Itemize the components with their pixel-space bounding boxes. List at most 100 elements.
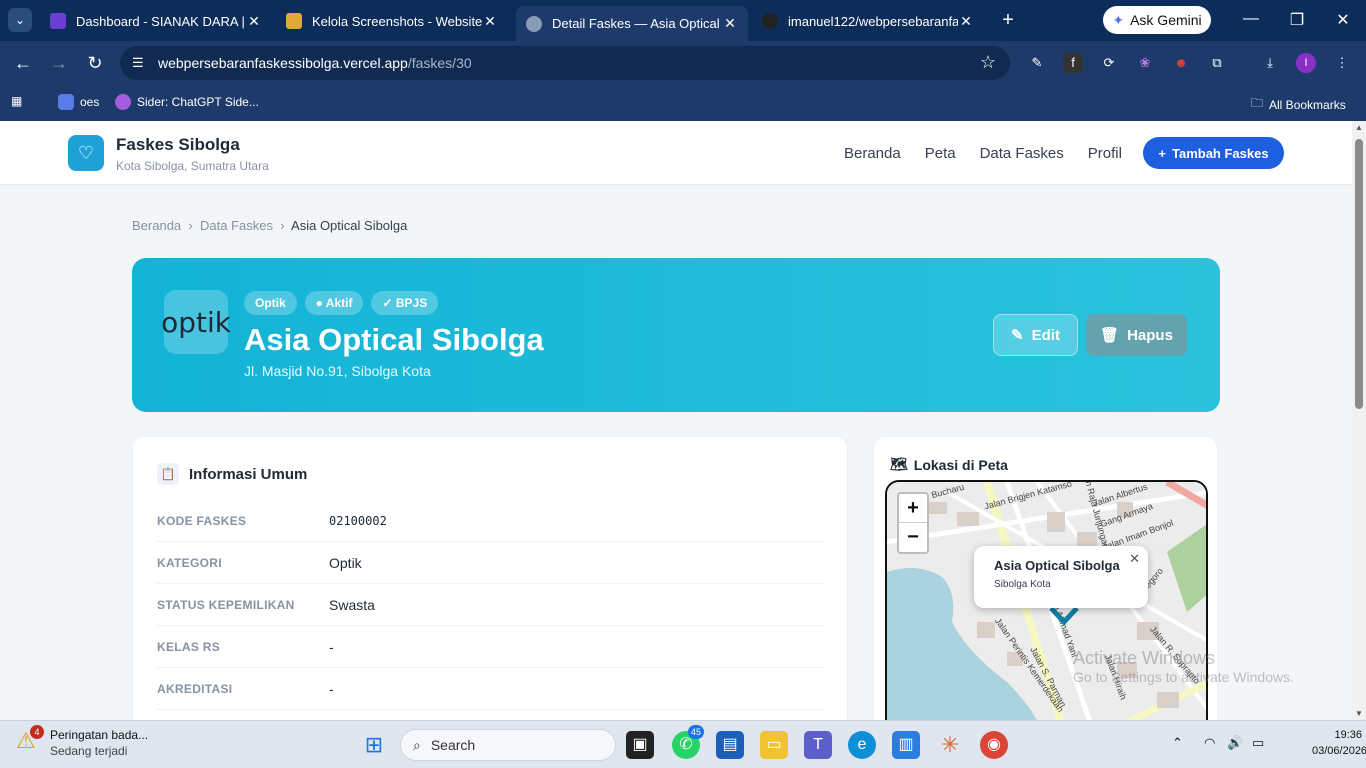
reload-icon[interactable]: ↻ <box>83 51 107 75</box>
bookmark-sider[interactable]: Sider: ChatGPT Side... <box>115 94 259 110</box>
battery-icon[interactable]: ▭ <box>1252 735 1264 751</box>
download-icon[interactable]: ⤓ <box>1260 53 1280 73</box>
browser-tab-bar: ⌄ Dashboard - SIANAK DARA | Po ✕ Kelola … <box>0 0 1366 41</box>
sider-extension-icon[interactable]: ❀ <box>1135 53 1155 73</box>
scroll-up-icon[interactable]: ▲ <box>1352 123 1366 132</box>
map-card-title: 🗺 Lokasi di Peta <box>890 456 1008 473</box>
heart-logo-icon[interactable]: ♡ <box>68 135 104 171</box>
claude-icon[interactable]: ✳ <box>936 731 964 759</box>
nav-profil[interactable]: Profil <box>1088 145 1122 162</box>
lokasi-title: Lokasi di Peta <box>913 456 1008 473</box>
restore-icon[interactable]: ❐ <box>1287 10 1307 30</box>
bookmark-star-icon[interactable]: ☆ <box>980 52 996 73</box>
close-tab-icon[interactable]: ✕ <box>246 13 262 30</box>
edge-icon[interactable]: e <box>848 731 876 759</box>
url-host: webpersebaranfaskessibolga.vercel.app <box>158 55 408 71</box>
zoom-in-button[interactable]: + <box>899 494 927 523</box>
file-explorer-icon[interactable]: ▭ <box>760 731 788 759</box>
hapus-button[interactable]: 🗑 Hapus <box>1086 314 1187 356</box>
row-key: KELAS RS <box>157 639 221 654</box>
chrome-icon[interactable]: ◉ <box>980 731 1008 759</box>
address-bar[interactable]: ☰ webpersebaranfaskessibolga.vercel.app /… <box>120 46 1010 80</box>
card-title: 📋 Informasi Umum <box>157 463 307 485</box>
wifi-icon[interactable]: ◠ <box>1204 735 1215 751</box>
back-icon[interactable]: ← <box>11 51 35 75</box>
scroll-thumb[interactable] <box>1355 139 1363 409</box>
show-hidden-icons[interactable]: ⌃ <box>1172 735 1183 751</box>
folder-icon: 🗀 <box>1251 96 1264 110</box>
edit-label: Edit <box>1031 326 1060 344</box>
row-value: Optik <box>329 554 362 571</box>
weather-warning-widget[interactable]: ⚠ 4 Peringatan bada... Sedang terjadi <box>16 725 148 758</box>
new-tab-icon[interactable]: + <box>996 8 1020 32</box>
nav-peta[interactable]: Peta <box>925 145 956 162</box>
store-icon[interactable]: ▤ <box>716 731 744 759</box>
warning-icon: ⚠ 4 <box>16 725 44 754</box>
whatsapp-badge: 45 <box>688 725 705 739</box>
tambah-faskes-button[interactable]: + Tambah Faskes <box>1143 137 1284 169</box>
world-map-icon: 🗺 <box>890 456 908 472</box>
tab-title: Kelola Screenshots - Website Pe <box>312 13 482 29</box>
forward-icon[interactable]: → <box>47 51 71 75</box>
informasi-umum-title: Informasi Umum <box>189 465 308 483</box>
teams-icon[interactable]: T <box>804 731 832 759</box>
table-row: AKREDITASI - <box>157 668 825 710</box>
tab-dashboard[interactable]: Dashboard - SIANAK DARA | Po ✕ <box>40 6 272 36</box>
taskbar-clock[interactable]: 19:36 03/06/2026 <box>1312 729 1366 757</box>
breadcrumb-home[interactable]: Beranda <box>132 218 181 233</box>
whatsapp-icon[interactable]: ✆ 45 <box>672 725 705 759</box>
activate-windows-watermark: Activate Windows Go to Settings to activ… <box>1073 648 1294 685</box>
site-info-icon[interactable]: ☰ <box>132 55 144 71</box>
bookmark-oes[interactable]: oes <box>58 94 99 110</box>
map-marker-icon[interactable] <box>1049 606 1079 626</box>
table-row: KELAS RS - <box>157 626 825 668</box>
devil-extension-icon[interactable]: ☻ <box>1171 53 1191 73</box>
tab-search-menu-icon[interactable]: ⌄ <box>8 8 32 32</box>
font-extension-icon[interactable]: f <box>1063 53 1083 73</box>
search-label: Search <box>430 737 476 753</box>
table-row: STATUS KEPEMILIKAN Swasta <box>157 584 825 626</box>
taskbar-search[interactable]: ⌕ Search <box>400 729 616 761</box>
popup-close-icon[interactable]: ✕ <box>1129 551 1140 567</box>
scroll-down-icon[interactable]: ▼ <box>1352 709 1366 718</box>
status-badge: ● Aktif <box>304 291 364 315</box>
close-window-icon[interactable]: ✕ <box>1333 10 1353 30</box>
apps-grid-icon[interactable]: ▦ <box>11 94 22 108</box>
bookmark-label: Sider: ChatGPT Side... <box>137 95 259 109</box>
bookmark-label: oes <box>80 95 100 109</box>
profile-avatar-icon[interactable]: I <box>1296 53 1316 73</box>
sync-extension-icon[interactable]: ⟳ <box>1099 53 1119 73</box>
close-tab-icon[interactable]: ✕ <box>958 13 974 30</box>
app-icon[interactable]: ▥ <box>892 731 920 759</box>
edit-button[interactable]: ✎ Edit <box>993 314 1078 356</box>
eyedropper-extension-icon[interactable]: ✎ <box>1027 53 1047 73</box>
page-scrollbar[interactable]: ▲ ▼ <box>1352 121 1366 720</box>
site-header: ♡ Faskes Sibolga Kota Sibolga, Sumatra U… <box>0 121 1352 185</box>
windows-taskbar: ⚠ 4 Peringatan bada... Sedang terjadi ⊞ ⌕… <box>0 720 1366 768</box>
nav-beranda[interactable]: Beranda <box>844 145 901 162</box>
globe-favicon-icon <box>526 15 542 32</box>
extensions-puzzle-icon[interactable]: ⧉ <box>1207 53 1227 73</box>
tab-detail-faskes[interactable]: Detail Faskes — Asia Optical Sib ✕ <box>516 6 748 41</box>
menu-kebab-icon[interactable]: ⋮ <box>1332 53 1352 73</box>
nav-data-faskes[interactable]: Data Faskes <box>980 145 1064 162</box>
volume-icon[interactable]: 🔊 <box>1227 735 1243 751</box>
windows-start-icon[interactable]: ⊞ <box>360 731 388 759</box>
ask-gemini-button[interactable]: ✦ Ask Gemini <box>1103 6 1211 34</box>
minimize-icon[interactable]: — <box>1241 10 1261 28</box>
all-bookmarks[interactable]: 🗀 All Bookmarks <box>1251 94 1346 115</box>
clipboard-icon: 📋 <box>157 463 179 485</box>
brand[interactable]: Faskes Sibolga Kota Sibolga, Sumatra Uta… <box>116 135 269 173</box>
main-nav: Beranda Peta Data Faskes Profil <box>844 145 1122 162</box>
map-popup: Asia Optical Sibolga Sibolga Kota ✕ <box>974 546 1148 608</box>
close-tab-icon[interactable]: ✕ <box>482 13 498 30</box>
tab-kelola-screenshots[interactable]: Kelola Screenshots - Website Pe ✕ <box>276 6 508 36</box>
clock-time: 19:36 <box>1334 729 1362 741</box>
tab-github[interactable]: imanuel122/webpersebaranfask ✕ <box>752 6 984 36</box>
breadcrumb-data-faskes[interactable]: Data Faskes <box>200 218 273 233</box>
tab-title: Detail Faskes — Asia Optical Sib <box>552 16 722 31</box>
zoom-out-button[interactable]: − <box>899 523 927 552</box>
task-view-icon[interactable]: ▣ <box>626 731 654 759</box>
oes-bookmark-icon <box>58 94 74 110</box>
close-tab-icon[interactable]: ✕ <box>722 15 738 32</box>
